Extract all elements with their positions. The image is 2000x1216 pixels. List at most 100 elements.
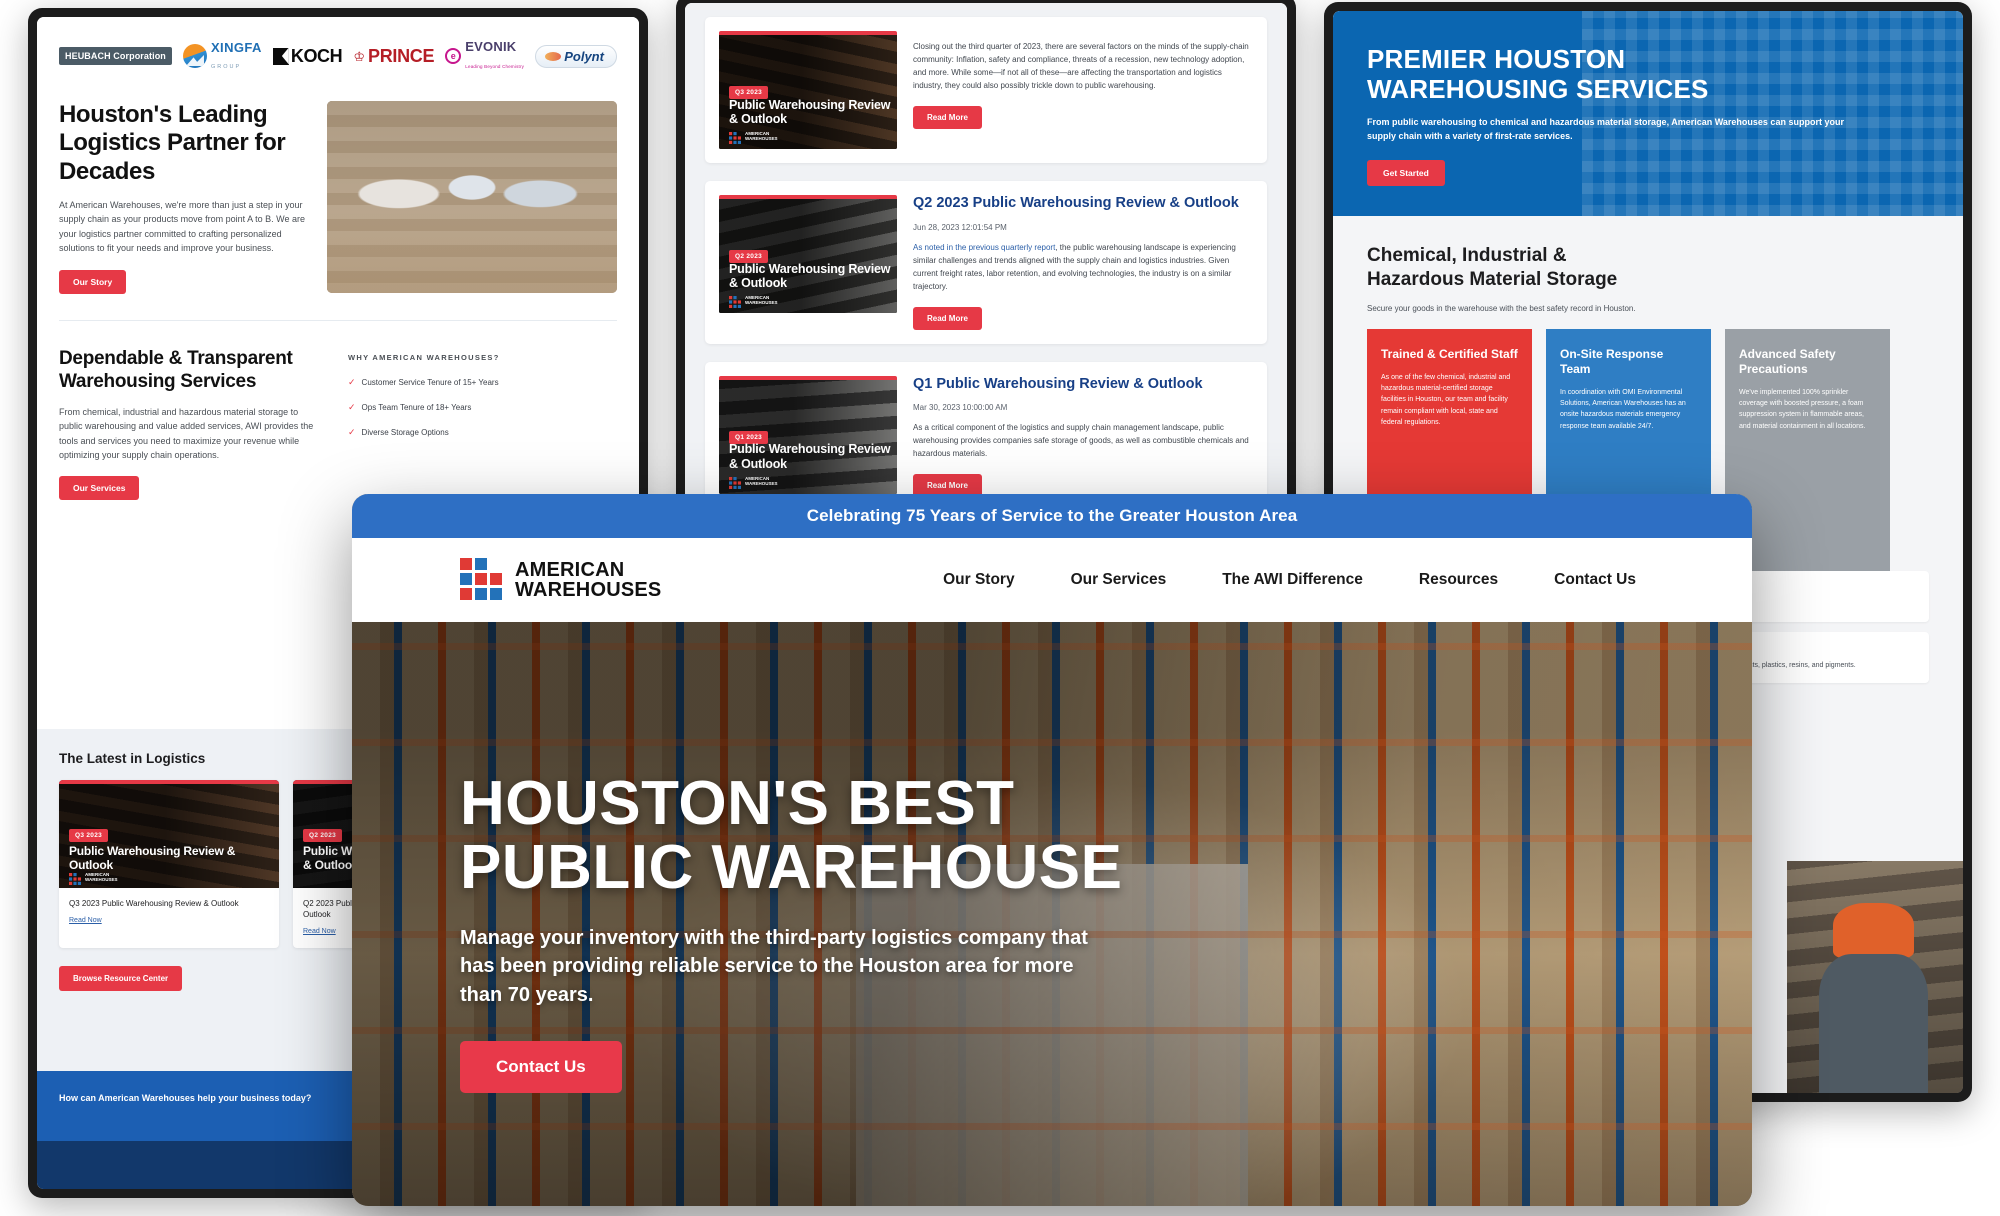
right-section-subtitle: Secure your goods in the warehouse with …	[1367, 303, 1636, 313]
left-hero-title: Houston's Leading Logistics Partner for …	[59, 101, 286, 185]
right-hero-title-line1: PREMIER HOUSTON	[1367, 44, 1626, 74]
site-logo[interactable]: AMERICAN WAREHOUSES	[460, 558, 661, 602]
nav-item-our-story[interactable]: Our Story	[915, 565, 1042, 595]
warehouse-team-photo	[327, 101, 617, 293]
logo-prince: ♔ PRINCE	[353, 43, 434, 69]
post-date: Mar 30, 2023 10:00:00 AM	[913, 403, 1008, 413]
card-logo: AMERICAN WAREHOUSES	[729, 131, 778, 144]
logo-xingfa-text: XINGFA	[210, 40, 262, 55]
logo-prince-text: PRINCE	[368, 45, 435, 66]
browse-resource-center-button[interactable]: Browse Resource Center	[59, 966, 183, 992]
screenshot-stage: HEUBACH Corporation XINGFA GROUP KOCH ♔ …	[0, 0, 2000, 1216]
feature-card-body: In coordination with OMI Environmental S…	[1560, 388, 1686, 430]
latest-card-image: Q3 2023 Public Warehousing Review & Outl…	[59, 780, 279, 888]
feature-card-title: Trained & Certified Staff	[1381, 346, 1518, 361]
logo-grid-icon	[729, 476, 741, 489]
right-section-title-line2: Hazardous Material Storage	[1367, 268, 1618, 290]
post-excerpt: As a critical component of the logistics…	[913, 423, 1249, 459]
check-icon: ✓	[348, 376, 356, 387]
post-excerpt: As noted in the previous quarterly repor…	[913, 242, 1253, 294]
post-thumb-title: Public Warehousing Review & Outlook	[729, 97, 891, 127]
quarter-badge: Q3 2023	[69, 829, 109, 842]
logo-evonik-sub: Leading Beyond Chemistry	[465, 64, 525, 69]
card-logo: AMERICAN WAREHOUSES	[729, 476, 778, 489]
why-item: ✓ Customer Service Tenure of 15+ Years	[348, 376, 617, 387]
check-icon: ✓	[348, 401, 356, 412]
post-thumb-title: Public Warehousing Review & Outlook	[729, 261, 891, 291]
left-services-section: Dependable & Transparent Warehousing Ser…	[37, 321, 639, 501]
right-hero-title: PREMIER HOUSTON WAREHOUSING SERVICES	[1367, 44, 1929, 104]
anniversary-banner: Celebrating 75 Years of Service to the G…	[352, 494, 1752, 538]
post-title[interactable]: Q2 2023 Public Warehousing Review & Outl…	[913, 195, 1253, 213]
main-menu: Our Story Our Services The AWI Differenc…	[915, 565, 1664, 595]
why-item-label: Customer Service Tenure of 15+ Years	[361, 377, 499, 387]
hero-paragraph: Manage your inventory with the third-par…	[460, 926, 1088, 1006]
post-card[interactable]: Q3 2023 Public Warehousing Review & Outl…	[705, 17, 1267, 163]
our-services-button[interactable]: Our Services	[59, 476, 140, 501]
worker-photo	[1787, 861, 1963, 1093]
why-label: WHY AMERICAN WAREHOUSES?	[348, 352, 500, 362]
why-item-label: Ops Team Tenure of 18+ Years	[361, 402, 472, 412]
worker-image	[1787, 861, 1963, 1093]
hero-content: HOUSTON'S BEST PUBLIC WAREHOUSE Manage y…	[460, 772, 1692, 1093]
latest-card-image-title: Public Warehousing Review & Outlook	[69, 843, 236, 872]
xingfa-mark-icon	[182, 44, 207, 68]
koch-mark-icon	[272, 47, 289, 65]
post-excerpt-link[interactable]: As noted in the previous quarterly repor…	[913, 243, 1055, 252]
why-item: ✓ Diverse Storage Options	[348, 426, 617, 437]
why-item-label: Diverse Storage Options	[361, 427, 449, 437]
read-now-link[interactable]: Read Now	[69, 917, 102, 924]
logo-heubach: HEUBACH Corporation	[59, 43, 172, 69]
card-logo-line2: WAREHOUSES	[745, 300, 778, 305]
left-hero: Houston's Leading Logistics Partner for …	[37, 85, 639, 294]
post-card[interactable]: Q2 2023 Public Warehousing Review & Outl…	[705, 181, 1267, 344]
post-card[interactable]: Q1 2023 Public Warehousing Review & Outl…	[705, 361, 1267, 512]
post-thumbnail: Q1 2023 Public Warehousing Review & Outl…	[719, 375, 897, 494]
feature-card-body: As one of the few chemical, industrial a…	[1381, 373, 1511, 426]
right-hero-title-line2: WAREHOUSING SERVICES	[1367, 73, 1709, 104]
right-hero: PREMIER HOUSTON WAREHOUSING SERVICES Fro…	[1333, 11, 1963, 217]
our-story-button[interactable]: Our Story	[59, 269, 127, 294]
left-services-paragraph: From chemical, industrial and hazardous …	[59, 406, 314, 461]
logo-grid-icon	[69, 872, 81, 885]
hero-title-line2: PUBLIC WAREHOUSE	[460, 832, 1123, 902]
read-now-link[interactable]: Read Now	[303, 928, 336, 935]
logo-polynt: Polynt	[535, 43, 617, 69]
post-title[interactable]: Q1 Public Warehousing Review & Outlook	[913, 376, 1253, 394]
foreground-browser-window: Celebrating 75 Years of Service to the G…	[352, 494, 1752, 1206]
logo-text-line2: WAREHOUSES	[515, 579, 662, 601]
dot-pattern-decoration	[1582, 11, 1963, 217]
logo-grid-icon	[729, 295, 741, 308]
post-thumbnail: Q3 2023 Public Warehousing Review & Outl…	[719, 31, 897, 149]
right-section-title-line1: Chemical, Industrial &	[1367, 245, 1567, 267]
logo-polynt-text: Polynt	[564, 48, 604, 64]
logo-grid-icon	[729, 131, 741, 144]
latest-card[interactable]: Q3 2023 Public Warehousing Review & Outl…	[59, 780, 279, 949]
left-services-title: Dependable & Transparent Warehousing Ser…	[59, 347, 293, 392]
check-icon: ✓	[348, 426, 356, 437]
nav-item-contact-us[interactable]: Contact Us	[1526, 565, 1664, 595]
card-logo-line2: WAREHOUSES	[745, 480, 778, 486]
get-started-button[interactable]: Get Started	[1367, 160, 1445, 187]
quarter-badge: Q2 2023	[303, 829, 343, 842]
post-excerpt: Closing out the third quarter of 2023, t…	[913, 42, 1249, 90]
nav-item-our-services[interactable]: Our Services	[1043, 565, 1195, 595]
hero-contact-us-button[interactable]: Contact Us	[460, 1040, 622, 1093]
feature-card-title: On-Site Response Team	[1560, 346, 1664, 376]
hero-title-line1: HOUSTON'S BEST	[460, 769, 1015, 838]
card-logo-line2: WAREHOUSES	[85, 877, 118, 882]
read-more-button[interactable]: Read More	[913, 306, 982, 330]
nav-item-the-awi-difference[interactable]: The AWI Difference	[1194, 565, 1391, 595]
logo-heubach-text: HEUBACH Corporation	[59, 47, 172, 65]
nav-item-resources[interactable]: Resources	[1391, 565, 1526, 595]
client-logo-row: HEUBACH Corporation XINGFA GROUP KOCH ♔ …	[37, 17, 639, 85]
card-logo-line2: WAREHOUSES	[745, 136, 778, 141]
logo-koch-text: KOCH	[290, 45, 343, 66]
card-logo: AMERICAN WAREHOUSES	[69, 872, 118, 885]
read-more-button[interactable]: Read More	[913, 105, 982, 129]
post-thumbnail: Q2 2023 Public Warehousing Review & Outl…	[719, 195, 897, 313]
why-item: ✓ Ops Team Tenure of 18+ Years	[348, 401, 617, 412]
latest-card-title: Q3 2023 Public Warehousing Review & Outl…	[69, 899, 239, 908]
right-hero-paragraph: From public warehousing to chemical and …	[1367, 117, 1844, 142]
left-hero-paragraph: At American Warehouses, we're more than …	[59, 199, 305, 254]
